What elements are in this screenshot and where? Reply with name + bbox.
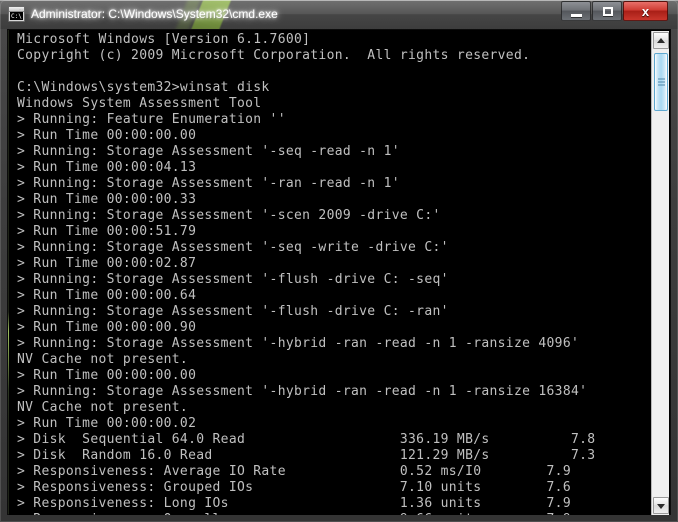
console-output-pane[interactable]: Microsoft Windows [Version 6.1.7600] Cop…: [9, 31, 653, 515]
icon-prompt-text: C:\.: [10, 12, 23, 20]
scrollbar-thumb[interactable]: [654, 53, 668, 111]
maximize-icon: [603, 7, 613, 16]
icon-buttons-dots: ···: [18, 7, 23, 11]
window-titlebar[interactable]: ··· C:\. Administrator: C:\Windows\Syste…: [0, 0, 678, 29]
scrollbar-grip-icon: [658, 78, 665, 86]
console-text: Microsoft Windows [Version 6.1.7600] Cop…: [17, 32, 596, 515]
cmd-window: ··· C:\. Administrator: C:\Windows\Syste…: [0, 0, 678, 522]
scroll-up-button[interactable]: [653, 32, 669, 49]
chevron-up-icon: [657, 37, 665, 43]
console-client-area[interactable]: Microsoft Windows [Version 6.1.7600] Cop…: [7, 29, 671, 516]
close-button[interactable]: x: [623, 1, 668, 21]
chevron-down-icon: [657, 503, 665, 509]
maximize-button[interactable]: [592, 1, 622, 21]
cmd-console-icon[interactable]: ··· C:\.: [8, 6, 25, 22]
console-scrollbar[interactable]: [651, 31, 669, 515]
minimize-icon: [571, 14, 582, 17]
close-icon: x: [641, 3, 650, 19]
window-title: Administrator: C:\Windows\System32\cmd.e…: [31, 7, 278, 21]
scroll-down-button[interactable]: [653, 497, 669, 514]
minimize-button[interactable]: [561, 1, 591, 21]
